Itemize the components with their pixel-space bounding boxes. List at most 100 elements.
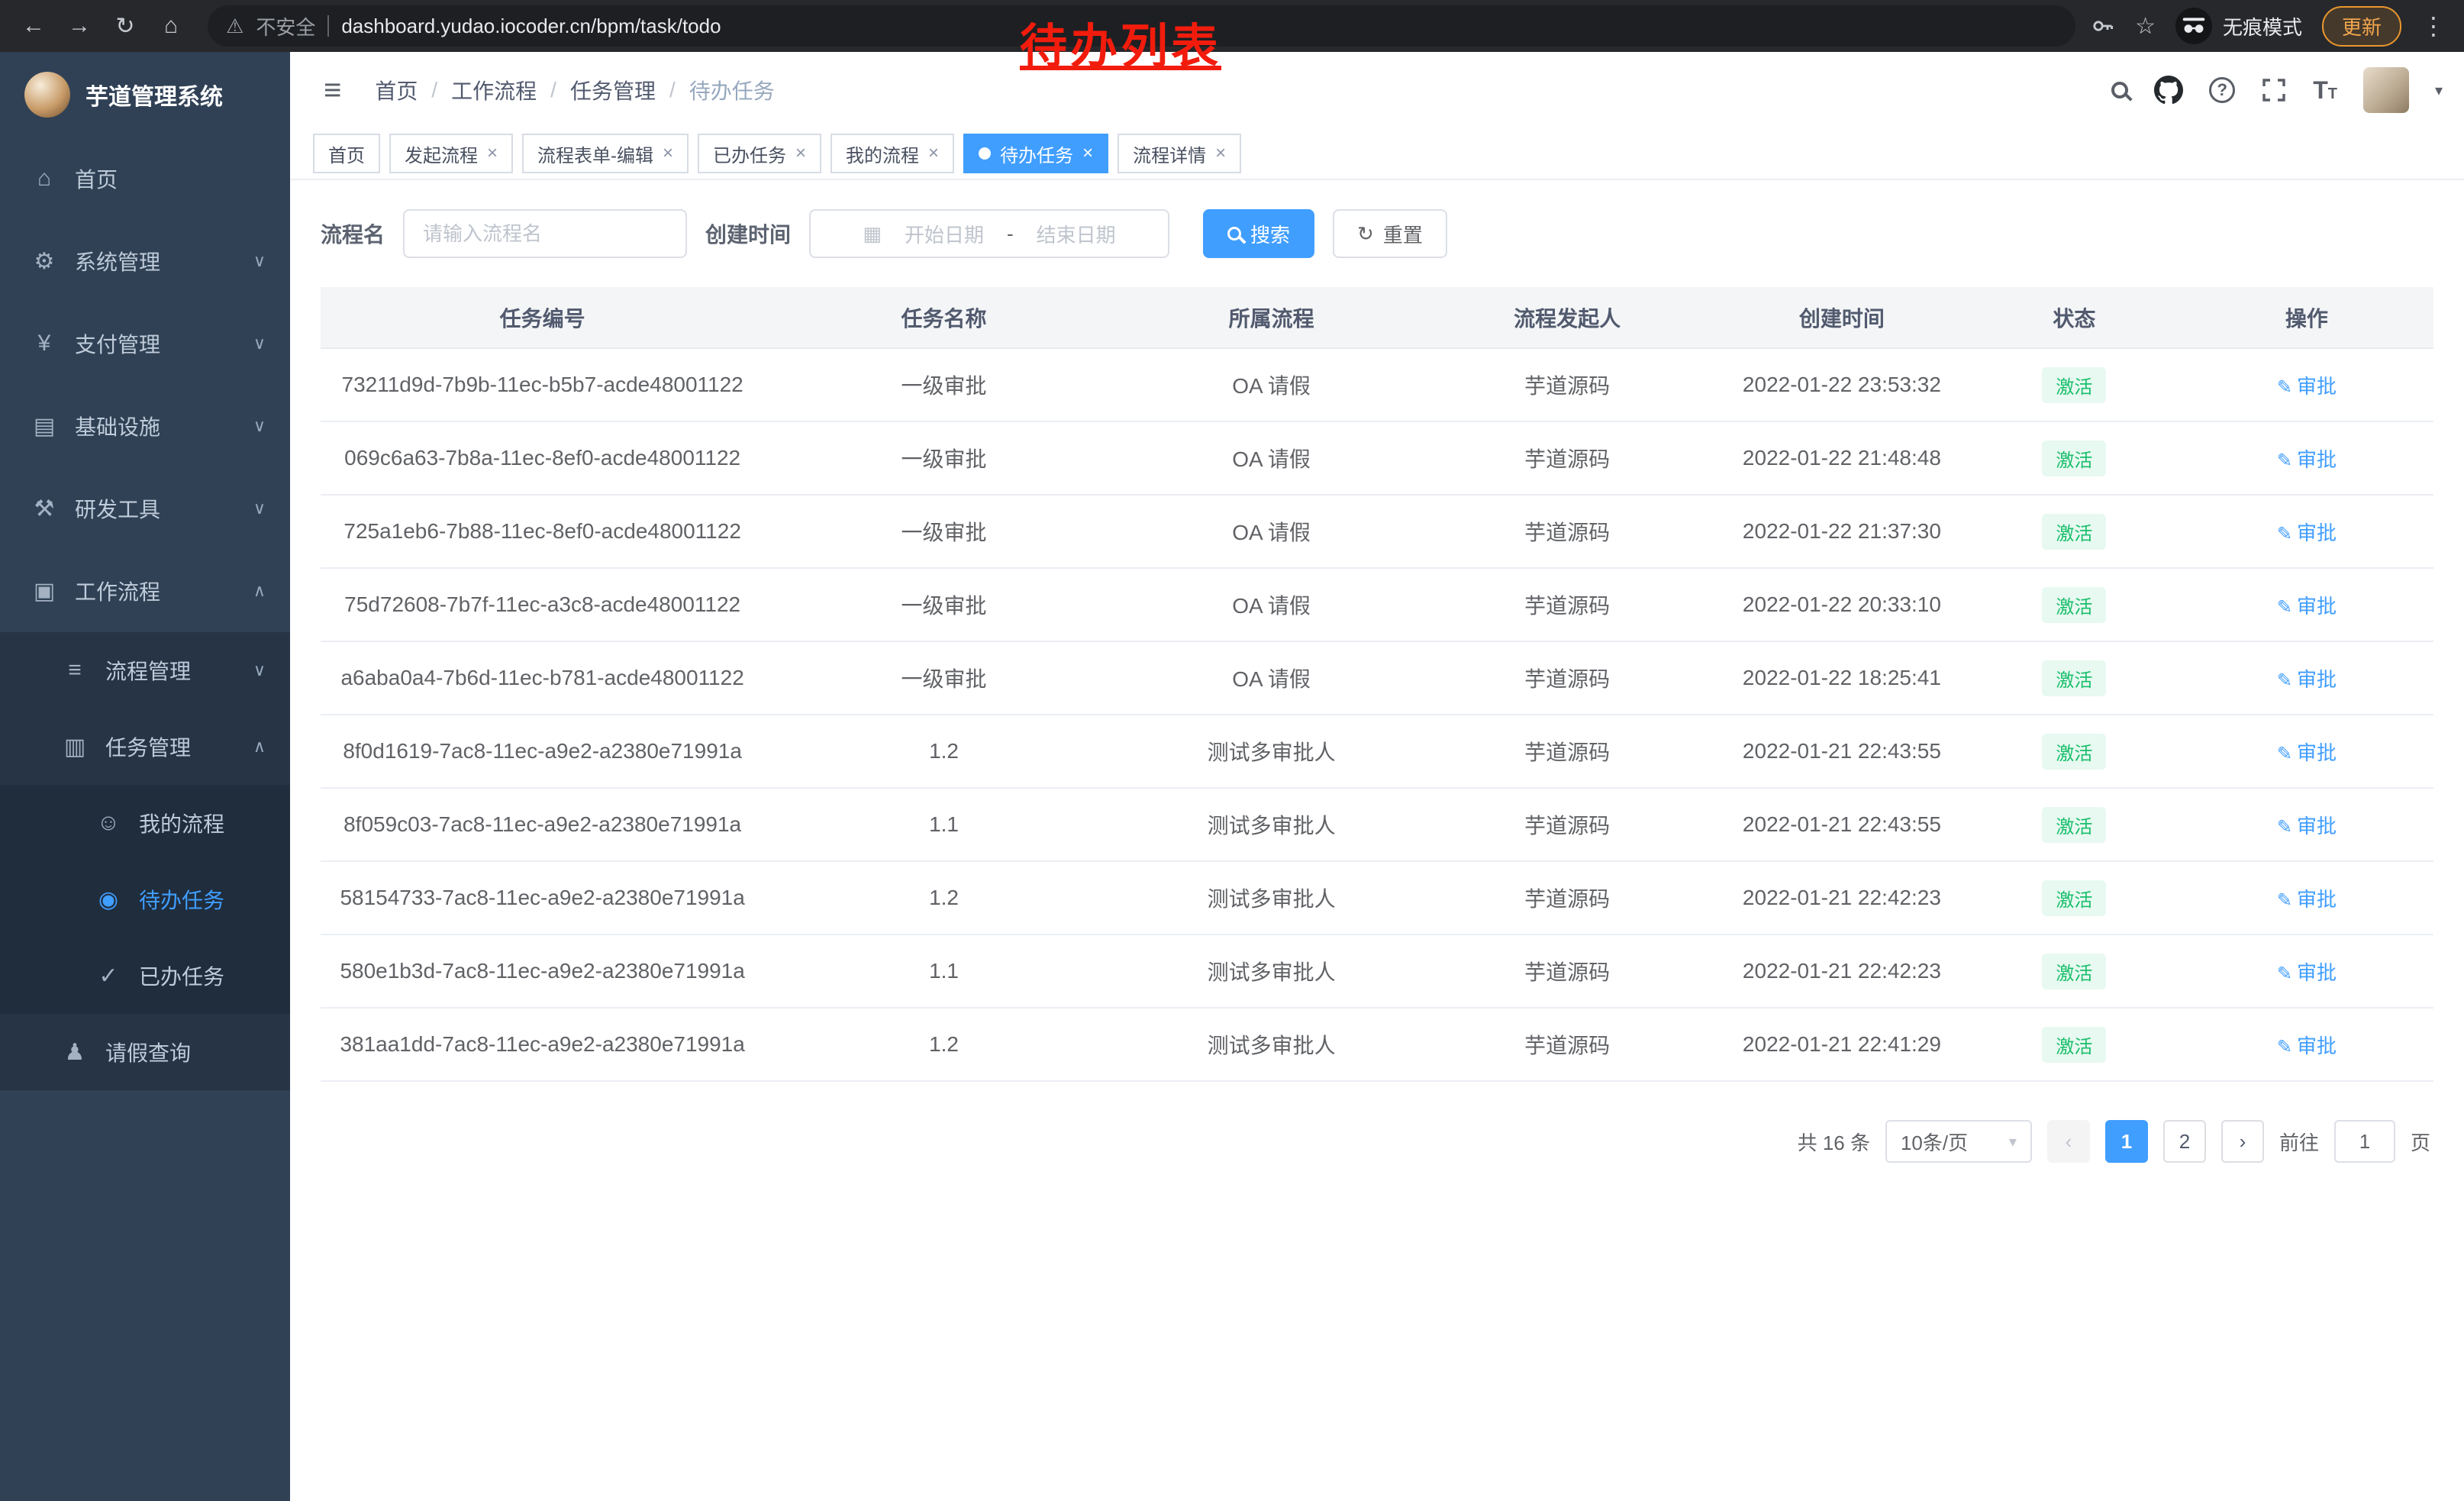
tools-icon: ⚒	[31, 495, 58, 522]
tab-form-edit[interactable]: 流程表单-编辑 ×	[522, 134, 689, 173]
address-bar[interactable]: ⚠ 不安全 dashboard.yudao.iocoder.cn/bpm/tas…	[208, 5, 2075, 47]
filter-bar: 流程名 创建时间 ▦ 开始日期 - 结束日期 搜索 ↻ 重置	[290, 180, 2464, 267]
font-size-icon[interactable]: TT	[2313, 76, 2337, 105]
close-icon[interactable]: ×	[795, 143, 806, 164]
date-range-picker[interactable]: ▦ 开始日期 - 结束日期	[809, 209, 1169, 258]
incognito-icon	[2175, 8, 2212, 44]
back-icon[interactable]: ←	[12, 5, 55, 47]
sidebar-item-task-mgmt[interactable]: ▥ 任务管理 ∧	[0, 709, 290, 785]
status-badge: 激活	[2042, 367, 2106, 403]
fullscreen-icon[interactable]	[2261, 77, 2287, 103]
refresh-icon: ↻	[1357, 222, 1374, 246]
sidebar-toggle-icon[interactable]: ≡	[311, 73, 353, 108]
sidebar-item-label: 请假查询	[105, 1037, 191, 1067]
forward-icon[interactable]: →	[58, 5, 101, 47]
next-page-button[interactable]: ›	[2221, 1120, 2264, 1163]
approve-button[interactable]: ✎审批	[2277, 741, 2337, 764]
tab-todo-tasks[interactable]: 待办任务 ×	[963, 134, 1108, 173]
people-icon: ☺	[95, 810, 122, 836]
approve-button[interactable]: ✎审批	[2277, 961, 2337, 984]
table-row: 73211d9d-7b9b-11ec-b5b7-acde48001122 一级审…	[321, 348, 2433, 421]
sidebar-item-home[interactable]: ⌂ 首页	[0, 137, 290, 220]
dashboard-icon: ⌂	[31, 166, 58, 192]
breadcrumb-item-workflow[interactable]: 工作流程	[451, 75, 537, 105]
process-name-input[interactable]	[403, 209, 687, 258]
sidebar-item-system[interactable]: ⚙ 系统管理 ∨	[0, 220, 290, 302]
tab-my-process[interactable]: 我的流程 ×	[830, 134, 954, 173]
sidebar-item-workflow[interactable]: ▣ 工作流程 ∧	[0, 550, 290, 632]
page-1-button[interactable]: 1	[2105, 1120, 2148, 1163]
approve-button[interactable]: ✎审批	[2277, 668, 2337, 691]
goto-page-input[interactable]	[2334, 1120, 2395, 1163]
approve-button[interactable]: ✎审批	[2277, 375, 2337, 398]
help-icon[interactable]: ?	[2209, 77, 2235, 103]
cell-task-name: 1.2	[764, 861, 1124, 934]
sidebar-item-leave-query[interactable]: ♟ 请假查询	[0, 1014, 290, 1090]
close-icon[interactable]: ×	[1215, 143, 1226, 164]
main-content: ≡ 首页 / 工作流程 / 任务管理 / 待办任务 ?	[290, 52, 2464, 1501]
pagination: 共 16 条 10条/页 ▾ ‹ 1 2 › 前往 页	[290, 1082, 2464, 1201]
calendar-icon: ▦	[863, 222, 882, 246]
bookmark-star-icon[interactable]: ☆	[2135, 13, 2156, 40]
cell-task-name: 1.1	[764, 788, 1124, 861]
tab-label: 首页	[328, 140, 365, 167]
cell-process: 测试多审批人	[1124, 861, 1420, 934]
home-icon[interactable]: ⌂	[150, 5, 192, 47]
cell-process: OA 请假	[1124, 495, 1420, 568]
col-actions: 操作	[2180, 287, 2433, 348]
breadcrumb-item-home[interactable]: 首页	[375, 75, 418, 105]
search-icon[interactable]	[2111, 82, 2128, 98]
github-icon[interactable]	[2154, 76, 2183, 105]
browser-update-button[interactable]: 更新	[2322, 6, 2401, 47]
approve-button[interactable]: ✎审批	[2277, 815, 2337, 838]
sidebar-item-infrastructure[interactable]: ▤ 基础设施 ∨	[0, 385, 290, 467]
table-row: 381aa1dd-7ac8-11ec-a9e2-a2380e71991a 1.2…	[321, 1008, 2433, 1081]
user-avatar[interactable]	[2363, 67, 2409, 113]
cell-task-name: 一级审批	[764, 421, 1124, 495]
todo-task-table: 任务编号 任务名称 所属流程 流程发起人 创建时间 状态 操作 73211d9d…	[290, 267, 2464, 1082]
reset-button[interactable]: ↻ 重置	[1333, 209, 1447, 258]
tab-home[interactable]: 首页	[313, 134, 380, 173]
sidebar-item-my-process[interactable]: ☺ 我的流程	[0, 785, 290, 861]
close-icon[interactable]: ×	[928, 143, 939, 164]
tab-done-tasks[interactable]: 已办任务 ×	[698, 134, 821, 173]
security-warning-icon: ⚠	[226, 15, 243, 38]
cell-starter: 芋道源码	[1419, 495, 1715, 568]
tab-process-detail[interactable]: 流程详情 ×	[1118, 134, 1241, 173]
sidebar-item-label: 待办任务	[139, 884, 224, 915]
approve-label: 审批	[2297, 888, 2337, 911]
breadcrumb-separator: /	[550, 78, 556, 102]
close-icon[interactable]: ×	[487, 143, 498, 164]
process-name-label: 流程名	[321, 218, 385, 249]
password-key-icon[interactable]	[2091, 14, 2115, 38]
close-icon[interactable]: ×	[1082, 143, 1093, 164]
approve-button[interactable]: ✎审批	[2277, 521, 2337, 544]
tab-start-process[interactable]: 发起流程 ×	[389, 134, 513, 173]
cell-task-id: 58154733-7ac8-11ec-a9e2-a2380e71991a	[321, 861, 764, 934]
edit-icon: ✎	[2277, 744, 2292, 764]
page-2-button[interactable]: 2	[2163, 1120, 2206, 1163]
edit-icon: ✎	[2277, 890, 2292, 911]
sidebar-item-devtools[interactable]: ⚒ 研发工具 ∨	[0, 467, 290, 550]
approve-button[interactable]: ✎审批	[2277, 595, 2337, 618]
search-button[interactable]: 搜索	[1203, 209, 1314, 258]
prev-page-button[interactable]: ‹	[2047, 1120, 2090, 1163]
approve-button[interactable]: ✎审批	[2277, 1035, 2337, 1057]
chevron-down-icon: ∨	[253, 416, 266, 436]
sidebar-item-payment[interactable]: ¥ 支付管理 ∨	[0, 302, 290, 385]
cell-process: OA 请假	[1124, 641, 1420, 715]
approve-button[interactable]: ✎审批	[2277, 448, 2337, 471]
sidebar-item-process-mgmt[interactable]: ≡ 流程管理 ∨	[0, 632, 290, 709]
sidebar-item-label: 任务管理	[105, 731, 191, 762]
table-row: 8f059c03-7ac8-11ec-a9e2-a2380e71991a 1.1…	[321, 788, 2433, 861]
breadcrumb-item-task-mgmt[interactable]: 任务管理	[570, 75, 656, 105]
refresh-icon[interactable]: ↻	[104, 5, 147, 47]
approve-button[interactable]: ✎审批	[2277, 888, 2337, 911]
avatar-caret-icon[interactable]: ▾	[2435, 81, 2443, 100]
browser-menu-icon[interactable]: ⋮	[2421, 11, 2446, 40]
close-icon[interactable]: ×	[663, 143, 673, 164]
sidebar-item-done-tasks[interactable]: ✓ 已办任务	[0, 938, 290, 1014]
page-size-select[interactable]: 10条/页 ▾	[1885, 1120, 2032, 1163]
start-date-placeholder: 开始日期	[905, 220, 984, 248]
sidebar-item-todo-tasks[interactable]: ◉ 待办任务	[0, 861, 290, 938]
